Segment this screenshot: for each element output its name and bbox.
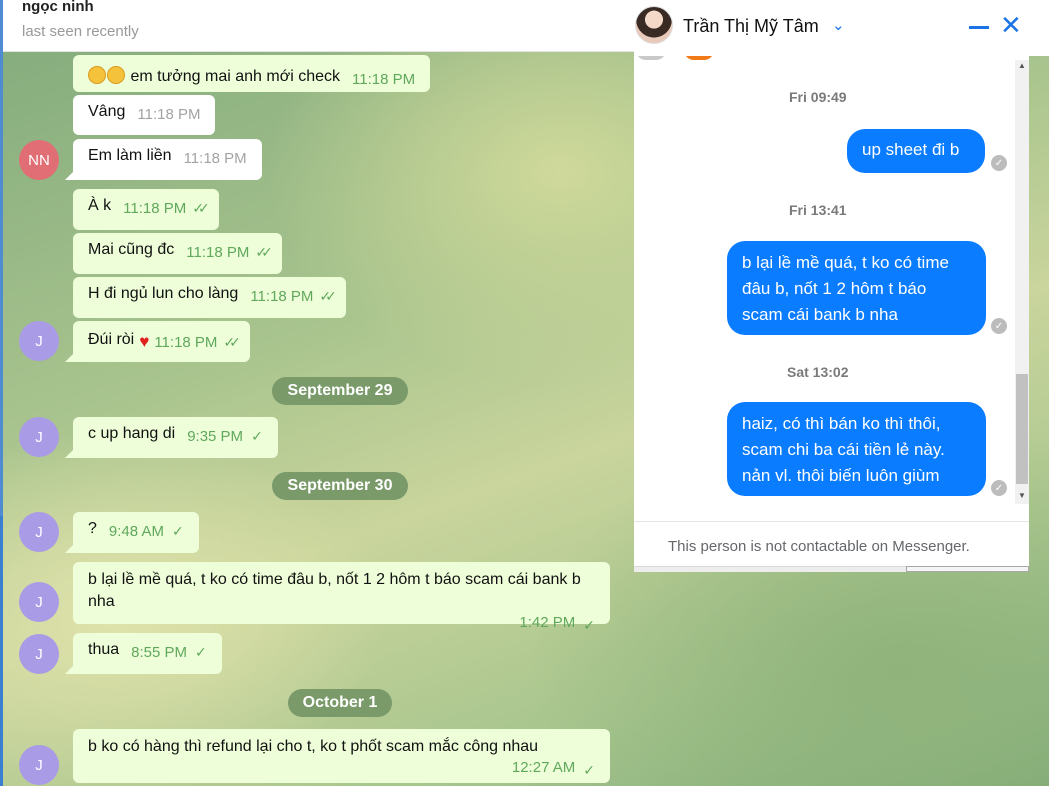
read-checkmarks-icon: ✓✓ <box>223 334 241 350</box>
avatar[interactable]: J <box>19 745 59 785</box>
message-time: 9:35 PM <box>187 428 244 445</box>
not-contactable-notice: This person is not contactable on Messen… <box>668 538 970 555</box>
read-checkmarks-icon: ✓✓ <box>319 288 337 304</box>
message-text: H đi ngủ lun cho làng <box>88 285 239 302</box>
sent-checkmark-icon: ✓ <box>251 428 263 444</box>
message-time: 11:18 PM <box>154 334 218 351</box>
messenger-message-bubble[interactable]: b lại lề mề quá, t ko có time đâu b, nốt… <box>727 241 986 335</box>
message-text: Mai cũng đc <box>88 241 175 258</box>
messenger-timestamp: Fri 09:49 <box>789 89 847 105</box>
message-time: 11:18 PM <box>250 288 314 305</box>
message-bubble[interactable]: c up hang di 9:35 PM ✓ <box>73 417 278 458</box>
sent-checkmark-icon: ✓ <box>195 644 207 660</box>
message-text: thua <box>88 641 120 658</box>
message-bubble[interactable]: thua 8:55 PM ✓ <box>73 633 222 674</box>
scroll-up-icon[interactable]: ▲ <box>1018 61 1026 70</box>
scroll-down-icon[interactable]: ▼ <box>1018 491 1026 500</box>
message-text: c up hang di <box>88 425 176 442</box>
message-text: b ko có hàng thì refund lại cho t, ko t … <box>88 738 539 755</box>
message-time: 11:18 PM <box>186 244 250 261</box>
messenger-contact-name[interactable]: Trần Thị Mỹ Tâm <box>683 16 819 37</box>
message-bubble[interactable]: b lại lề mề quá, t ko có time đâu b, nốt… <box>73 562 610 633</box>
avatar[interactable]: NN <box>19 140 59 180</box>
date-separator: October 1 <box>288 689 392 717</box>
avatar[interactable]: J <box>19 512 59 552</box>
avatar[interactable]: J <box>19 634 59 674</box>
message-text: b lại lề mề quá, t ko có time đâu b, nốt… <box>88 571 581 610</box>
message-bubble[interactable]: ? 9:48 AM ✓ <box>73 512 199 553</box>
avatar[interactable]: J <box>19 417 59 457</box>
message-text: Đúi ròi <box>88 331 135 348</box>
messenger-avatar[interactable] <box>635 6 673 44</box>
read-checkmarks-icon: ✓✓ <box>255 244 273 260</box>
message-time: 12:27 AM <box>511 759 576 776</box>
read-checkmarks-icon: ✓✓ <box>192 200 210 216</box>
sent-checkmark-icon: ✓ <box>171 523 184 539</box>
message-bubble[interactable]: b ko có hàng thì refund lại cho t, ko t … <box>73 729 610 783</box>
messenger-message-bubble[interactable]: haiz, có thì bán ko thì thôi, scam chi b… <box>727 402 986 496</box>
message-bubble[interactable]: Em làm liền 11:18 PM <box>73 139 262 180</box>
message-time: 8:55 PM <box>131 644 188 661</box>
messenger-message-bubble[interactable]: up sheet đi b <box>847 129 985 173</box>
message-time: 11:18 PM <box>183 150 247 167</box>
message-bubble[interactable]: em tưởng mai anh mới check 11:18 PM <box>73 55 431 92</box>
message-time: 9:48 AM <box>108 523 164 540</box>
contact-name: ngọc ninh <box>22 0 94 15</box>
avatar[interactable]: J <box>19 582 59 622</box>
seen-check-icon: ✓ <box>991 480 1007 496</box>
message-time: 11:18 PM <box>352 71 416 88</box>
heart-reaction-icon[interactable]: ♥ <box>139 332 149 351</box>
chevron-down-icon[interactable]: ⌄ <box>832 16 845 34</box>
window-edge-accent <box>0 516 3 786</box>
message-bubble[interactable]: H đi ngủ lun cho làng 11:18 PM ✓✓ <box>73 277 346 318</box>
minimize-icon[interactable] <box>969 26 989 29</box>
messenger-timestamp: Sat 13:02 <box>787 364 849 380</box>
seen-check-icon: ✓ <box>991 318 1007 334</box>
crying-face-emoji <box>88 66 106 84</box>
date-separator: September 30 <box>272 472 408 500</box>
close-icon[interactable]: ✕ <box>1000 12 1022 38</box>
message-bubble[interactable]: Mai cũng đc 11:18 PM ✓✓ <box>73 233 282 274</box>
message-time: 11:18 PM <box>137 106 201 123</box>
message-text: em tưởng mai anh mới check <box>130 68 340 85</box>
message-bubble[interactable]: Đúi ròi ♥ 11:18 PM ✓✓ <box>73 321 250 362</box>
date-separator: September 29 <box>272 377 408 405</box>
message-text: Vâng <box>88 103 126 120</box>
message-time: 11:18 PM <box>123 200 187 217</box>
scrollbar-thumb[interactable] <box>1016 374 1028 484</box>
avatar[interactable]: J <box>19 321 59 361</box>
message-time: 1:42 PM <box>519 614 576 631</box>
messenger-timestamp: Fri 13:41 <box>789 202 847 218</box>
message-text: À k <box>88 197 112 214</box>
contact-status: last seen recently <box>22 23 139 40</box>
crying-face-emoji <box>107 66 125 84</box>
message-text: Em làm liền <box>88 147 172 164</box>
sent-checkmark-icon: ✓ <box>583 617 595 633</box>
message-bubble[interactable]: À k 11:18 PM ✓✓ <box>73 189 219 230</box>
resize-handle[interactable] <box>906 566 1029 572</box>
seen-check-icon: ✓ <box>991 155 1007 171</box>
message-bubble[interactable]: Vâng 11:18 PM <box>73 95 216 135</box>
message-text: ? <box>88 520 97 537</box>
sent-checkmark-icon: ✓ <box>583 762 595 778</box>
